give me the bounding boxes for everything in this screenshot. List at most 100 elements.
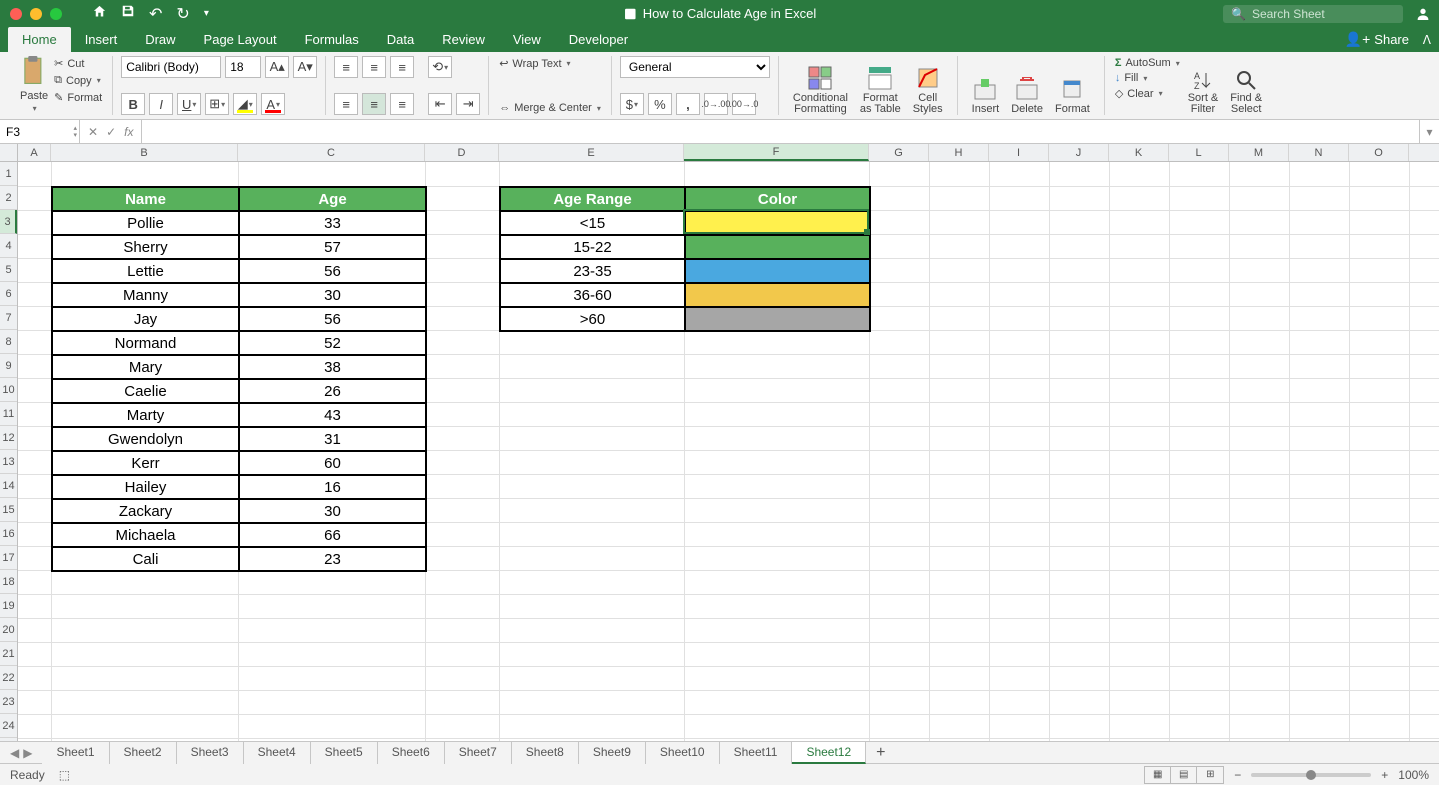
format-painter-button[interactable]: ✎Format — [52, 90, 104, 105]
increase-font-button[interactable]: A▴ — [265, 56, 289, 78]
align-right-button[interactable]: ≡ — [390, 93, 414, 115]
copy-button[interactable]: ⧉Copy▾ — [52, 73, 104, 88]
row-header-22[interactable]: 22 — [0, 666, 17, 690]
row-header-8[interactable]: 8 — [0, 330, 17, 354]
table1-cell[interactable]: Normand — [52, 331, 239, 355]
row-header-10[interactable]: 10 — [0, 378, 17, 402]
col-header-E[interactable]: E — [499, 144, 684, 161]
select-all-corner[interactable] — [0, 144, 18, 161]
table1-cell[interactable]: Sherry — [52, 235, 239, 259]
formula-input[interactable] — [142, 120, 1419, 143]
add-sheet-button[interactable]: + — [866, 744, 895, 762]
insert-cells-button[interactable]: Insert — [966, 56, 1006, 115]
align-top-button[interactable]: ≡ — [334, 56, 358, 78]
color-cell[interactable] — [685, 259, 870, 283]
spreadsheet-grid[interactable]: ABCDEFGHIJKLMNO 123456789101112131415161… — [0, 144, 1439, 741]
sheet-tab-sheet3[interactable]: Sheet3 — [177, 742, 244, 764]
zoom-slider[interactable] — [1251, 773, 1371, 777]
col-header-F[interactable]: F — [684, 144, 869, 161]
table1-cell[interactable]: Zackary — [52, 499, 239, 523]
row-header-21[interactable]: 21 — [0, 642, 17, 666]
zoom-level[interactable]: 100% — [1398, 768, 1429, 782]
cells-area[interactable]: NameAgePollie33Sherry57Lettie56Manny30Ja… — [18, 162, 1439, 741]
table1-cell[interactable]: Cali — [52, 547, 239, 571]
table1-cell[interactable]: 30 — [239, 499, 426, 523]
tab-view[interactable]: View — [499, 27, 555, 52]
tab-page-layout[interactable]: Page Layout — [190, 27, 291, 52]
sheet-tab-sheet6[interactable]: Sheet6 — [378, 742, 445, 764]
close-window-button[interactable] — [10, 8, 22, 20]
color-cell[interactable] — [685, 283, 870, 307]
increase-indent-button[interactable]: ⇥ — [456, 93, 480, 115]
decrease-font-button[interactable]: A▾ — [293, 56, 317, 78]
sheet-tab-sheet4[interactable]: Sheet4 — [244, 742, 311, 764]
row-header-25[interactable]: 25 — [0, 738, 17, 741]
row-header-3[interactable]: 3 — [0, 210, 17, 234]
format-cells-button[interactable]: Format — [1049, 56, 1096, 115]
macro-record-icon[interactable]: ⬚ — [59, 768, 70, 782]
fill-color-button[interactable]: ◢▾ — [233, 93, 257, 115]
collapse-ribbon-icon[interactable]: ᐱ — [1423, 33, 1431, 47]
table1-cell[interactable]: 52 — [239, 331, 426, 355]
minimize-window-button[interactable] — [30, 8, 42, 20]
table1-cell[interactable]: 31 — [239, 427, 426, 451]
italic-button[interactable]: I — [149, 93, 173, 115]
increase-decimal-button[interactable]: .0→.00 — [704, 93, 728, 115]
col-header-K[interactable]: K — [1109, 144, 1169, 161]
table1-cell[interactable]: 30 — [239, 283, 426, 307]
row-header-11[interactable]: 11 — [0, 402, 17, 426]
col-header-M[interactable]: M — [1229, 144, 1289, 161]
color-cell[interactable] — [685, 235, 870, 259]
redo-icon[interactable]: ↻ — [176, 4, 189, 24]
row-header-2[interactable]: 2 — [0, 186, 17, 210]
maximize-window-button[interactable] — [50, 8, 62, 20]
color-cell[interactable] — [685, 211, 870, 235]
row-header-19[interactable]: 19 — [0, 594, 17, 618]
cut-button[interactable]: ✂Cut — [52, 56, 104, 71]
table1-cell[interactable]: 56 — [239, 259, 426, 283]
table1-cell[interactable]: Michaela — [52, 523, 239, 547]
table1-cell[interactable]: Jay — [52, 307, 239, 331]
tab-draw[interactable]: Draw — [131, 27, 189, 52]
delete-cells-button[interactable]: Delete — [1005, 56, 1049, 115]
find-select-button[interactable]: Find & Select — [1224, 56, 1268, 115]
sheet-tab-sheet5[interactable]: Sheet5 — [311, 742, 378, 764]
search-sheet-input[interactable]: 🔍 Search Sheet — [1223, 5, 1403, 23]
tab-formulas[interactable]: Formulas — [291, 27, 373, 52]
row-header-13[interactable]: 13 — [0, 450, 17, 474]
tab-insert[interactable]: Insert — [71, 27, 132, 52]
col-header-N[interactable]: N — [1289, 144, 1349, 161]
col-header-L[interactable]: L — [1169, 144, 1229, 161]
merge-center-button[interactable]: ⇔Merge & Center▾ — [497, 101, 603, 115]
sheet-tab-sheet1[interactable]: Sheet1 — [42, 742, 109, 764]
align-center-button[interactable]: ≡ — [362, 93, 386, 115]
table1-cell[interactable]: 23 — [239, 547, 426, 571]
table1-cell[interactable]: 38 — [239, 355, 426, 379]
align-bottom-button[interactable]: ≡ — [390, 56, 414, 78]
wrap-text-button[interactable]: ↩Wrap Text▾ — [497, 56, 603, 71]
normal-view-button[interactable]: ▦ — [1145, 767, 1171, 783]
user-icon[interactable] — [1415, 6, 1431, 22]
sheet-tab-sheet10[interactable]: Sheet10 — [646, 742, 720, 764]
row-header-9[interactable]: 9 — [0, 354, 17, 378]
fx-icon[interactable]: fx — [124, 125, 133, 139]
align-left-button[interactable]: ≡ — [334, 93, 358, 115]
decrease-decimal-button[interactable]: .00→.0 — [732, 93, 756, 115]
col-header-O[interactable]: O — [1349, 144, 1409, 161]
share-button[interactable]: 👤+Share — [1345, 31, 1409, 48]
table1-header[interactable]: Name — [52, 187, 239, 211]
table1-cell[interactable]: 33 — [239, 211, 426, 235]
name-age-table[interactable]: NameAgePollie33Sherry57Lettie56Manny30Ja… — [51, 186, 427, 572]
col-header-I[interactable]: I — [989, 144, 1049, 161]
font-size-select[interactable] — [225, 56, 261, 78]
tab-data[interactable]: Data — [373, 27, 428, 52]
percent-button[interactable]: % — [648, 93, 672, 115]
sheet-tab-sheet7[interactable]: Sheet7 — [445, 742, 512, 764]
table1-cell[interactable]: 26 — [239, 379, 426, 403]
zoom-out-button[interactable]: − — [1234, 768, 1241, 782]
tab-home[interactable]: Home — [8, 27, 71, 52]
row-header-7[interactable]: 7 — [0, 306, 17, 330]
zoom-in-button[interactable]: + — [1381, 768, 1388, 782]
table1-cell[interactable]: Pollie — [52, 211, 239, 235]
row-header-18[interactable]: 18 — [0, 570, 17, 594]
